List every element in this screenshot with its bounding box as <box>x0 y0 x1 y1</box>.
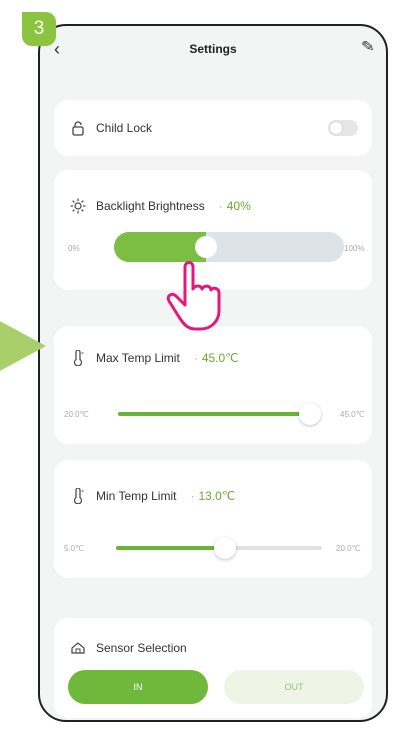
backlight-min-label: 0% <box>68 244 80 253</box>
max-temp-slider-thumb[interactable] <box>298 403 321 425</box>
max-temp-card: Max Temp Limit · 45.0℃ 20.0℃ 45.0℃ <box>54 326 372 444</box>
max-temp-label: Max Temp Limit <box>96 351 180 365</box>
pencil-icon[interactable]: ✎ <box>361 38 375 55</box>
sensor-label: Sensor Selection <box>96 641 187 655</box>
sensor-option-in[interactable]: IN <box>68 670 208 704</box>
lock-icon <box>72 121 84 136</box>
child-lock-toggle[interactable] <box>328 120 358 136</box>
min-temp-slider-fill <box>116 546 226 550</box>
sensor-icon <box>71 642 85 654</box>
page-title: Settings <box>189 42 237 56</box>
header: ‹ Settings ✎ <box>40 26 386 74</box>
pointer-hand-icon <box>166 261 221 331</box>
max-temp-value: 45.0℃ <box>201 351 239 365</box>
backlight-value: 40% <box>226 199 251 213</box>
backlight-max-label: 100% <box>344 244 365 253</box>
backlight-label: Backlight Brightness <box>96 199 205 213</box>
min-temp-card: Min Temp Limit · 13.0℃ 5.0℃ 20.0℃ <box>54 460 372 578</box>
pointer-arrow <box>0 292 46 400</box>
sun-icon <box>70 198 86 214</box>
min-temp-slider-thumb[interactable] <box>214 537 237 559</box>
min-temp-label: Min Temp Limit <box>96 489 177 503</box>
child-lock-label: Child Lock <box>96 121 153 135</box>
max-temp-slider[interactable] <box>118 403 321 425</box>
max-temp-slider-fill <box>118 412 310 416</box>
sensor-option-out[interactable]: OUT <box>224 670 364 704</box>
child-lock-card: Child Lock <box>54 100 372 156</box>
backlight-slider[interactable] <box>114 232 344 262</box>
step-number-badge: 3 <box>22 12 56 46</box>
min-temp-max-label: 20.0℃ <box>336 544 361 553</box>
min-temp-value: 13.0℃ <box>198 489 236 503</box>
phone-screen: ‹ Settings ✎ Child Lock Backlight Bright… <box>38 24 388 722</box>
min-temp-min-label: 5.0℃ <box>64 544 85 553</box>
thermometer-icon <box>73 350 84 366</box>
max-temp-min-label: 20.0℃ <box>64 410 89 419</box>
max-temp-max-label: 45.0℃ <box>340 410 365 419</box>
thermometer-icon <box>73 488 84 504</box>
min-temp-slider[interactable] <box>116 537 322 559</box>
sensor-card: Sensor Selection IN OUT <box>54 618 372 718</box>
